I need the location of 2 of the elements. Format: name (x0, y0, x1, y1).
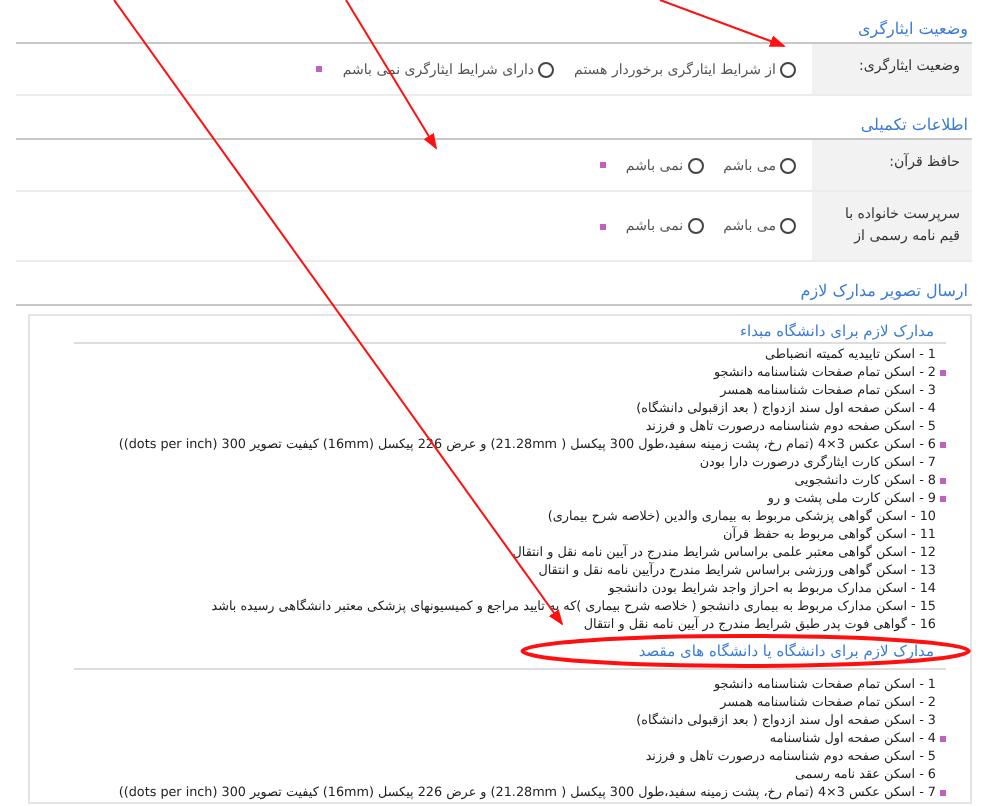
section-title: ارسال تصویر مدارک لازم (16, 278, 972, 306)
annotation-arrow (659, 0, 786, 47)
